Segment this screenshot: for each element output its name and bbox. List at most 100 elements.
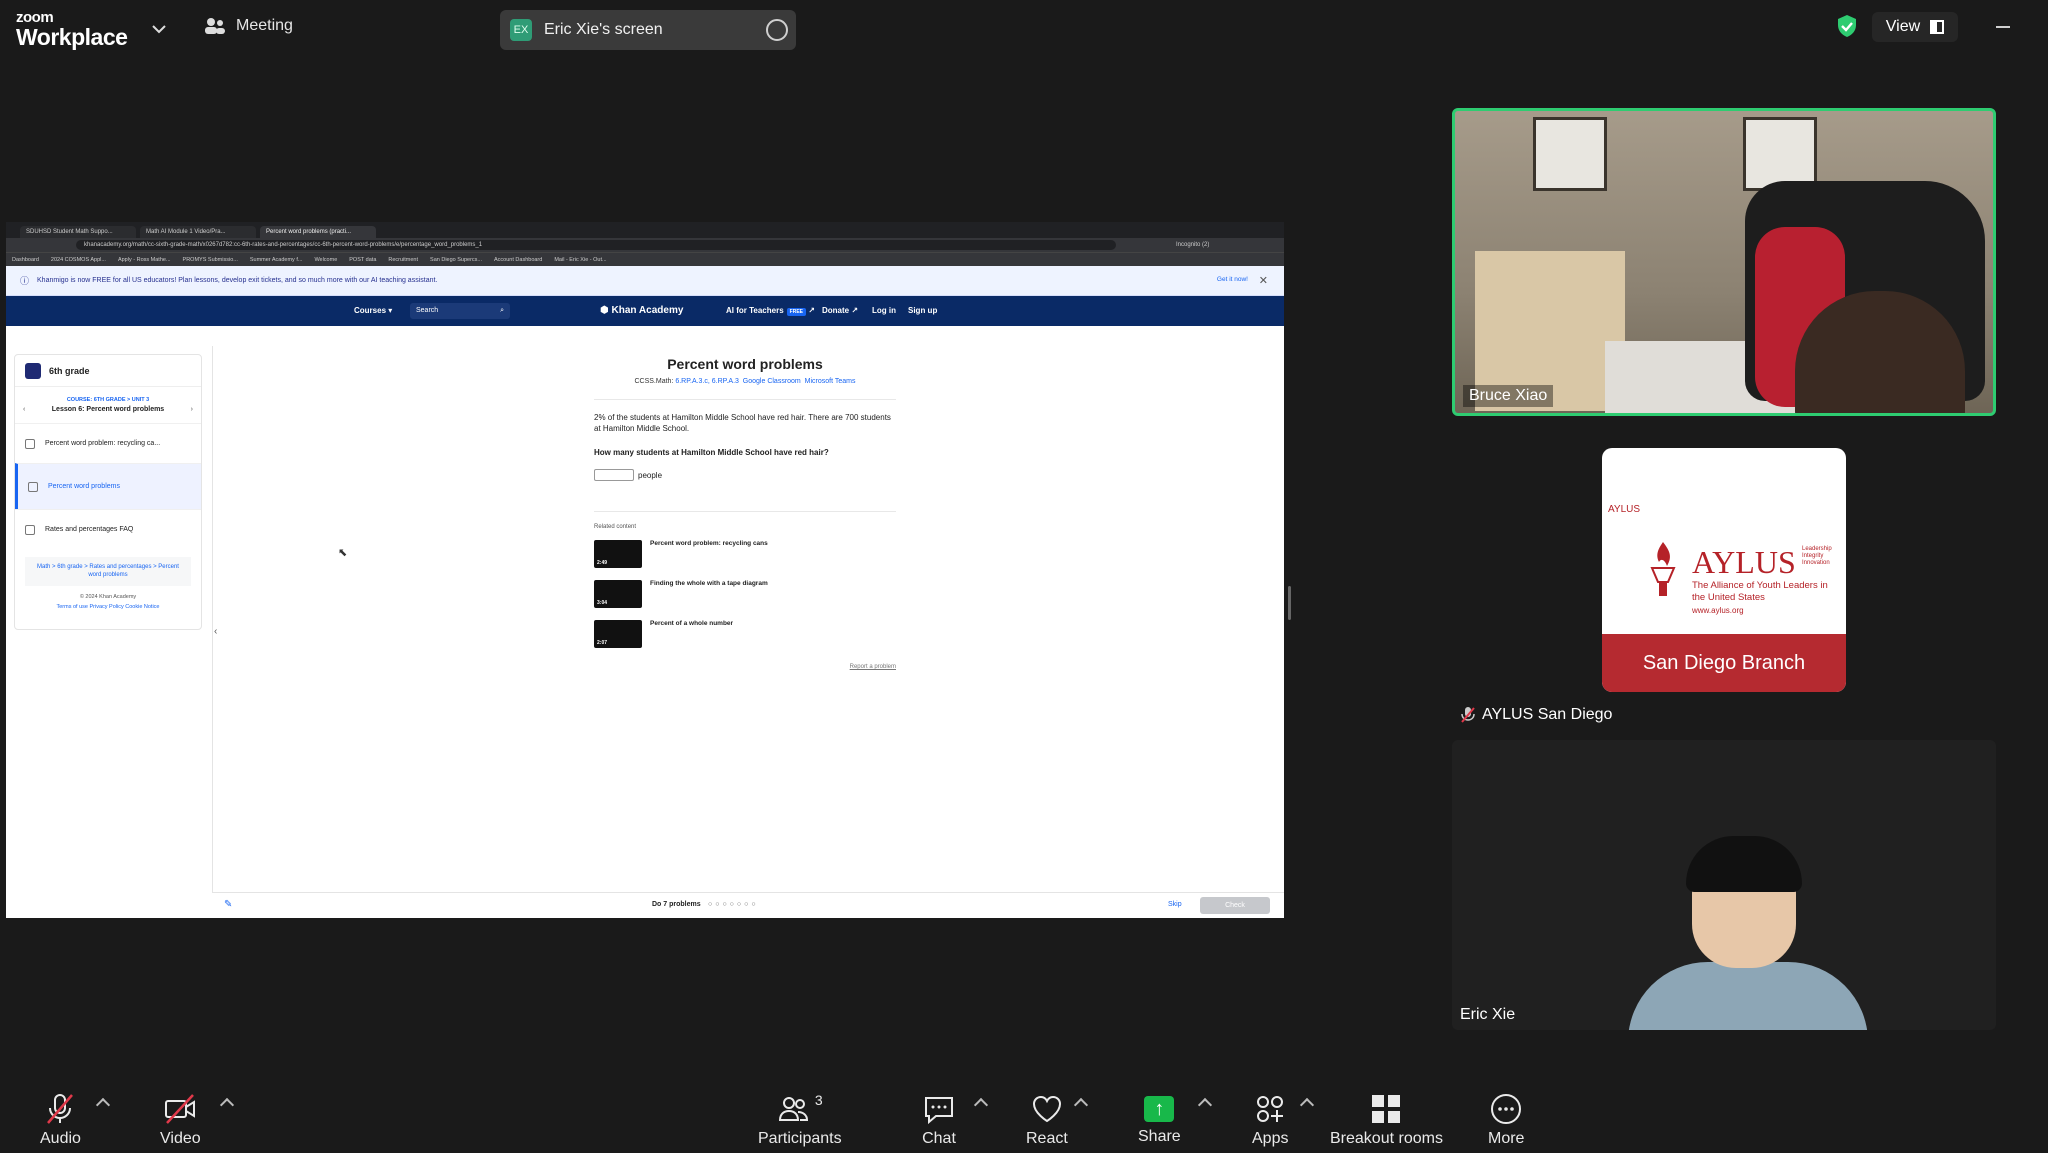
more-button[interactable]: More [1488, 1092, 1524, 1148]
related-item[interactable]: 2:49 Percent word problem: recycling cans [594, 540, 896, 570]
search-placeholder: Search [416, 307, 439, 314]
participants-icon [778, 1097, 808, 1121]
browser-tab-active[interactable]: Percent word problems (practi... [260, 226, 376, 238]
video-feed-window [1533, 117, 1607, 191]
breakout-rooms-button[interactable]: Breakout rooms [1330, 1092, 1443, 1148]
chevron-left-icon[interactable]: ‹ [214, 626, 217, 637]
signup-link[interactable]: Sign up [908, 306, 937, 315]
google-classroom-link[interactable]: Google Classroom [743, 378, 801, 385]
participants-button[interactable]: 3 Participants [758, 1092, 842, 1148]
check-button[interactable]: Check [1200, 897, 1270, 914]
do-problems-label: Do 7 problems [652, 901, 701, 908]
react-button[interactable]: React [1026, 1092, 1068, 1148]
courses-menu[interactable]: Courses ▾ [354, 306, 392, 315]
breakout-rooms-label: Breakout rooms [1330, 1130, 1443, 1147]
bookmark[interactable]: Dashboard [12, 257, 39, 263]
chat-icon [925, 1097, 953, 1125]
shield-check-icon[interactable] [1836, 14, 1858, 38]
sidebar-item-faq[interactable]: Rates and percentages FAQ [15, 509, 201, 549]
related-item[interactable]: 2:07 Percent of a whole number [594, 620, 896, 650]
view-button[interactable]: View [1872, 12, 1958, 42]
sidebar-item-exercise[interactable]: Percent word problems [15, 463, 201, 509]
donate-link[interactable]: Donate ↗ [822, 306, 858, 315]
breadcrumb[interactable]: Math > 6th grade > Rates and percentages… [25, 557, 191, 586]
login-link[interactable]: Log in [872, 306, 896, 315]
panel-divider [212, 346, 213, 918]
share-options-chevron-icon[interactable] [1197, 1097, 1213, 1113]
split-resize-handle[interactable] [1288, 586, 1291, 620]
bookmark[interactable]: Welcome [314, 257, 337, 263]
apps-label: Apps [1252, 1130, 1289, 1147]
bookmark[interactable]: Apply - Ross Mathe... [118, 257, 171, 263]
courses-label: Courses [354, 306, 387, 315]
sidebar-header[interactable]: 6th grade [15, 355, 201, 387]
report-problem-link[interactable]: Report a problem [594, 664, 896, 670]
banner-cta-link[interactable]: Get it now! [1217, 276, 1248, 283]
khan-academy-logo[interactable]: ⬢ Khan Academy [600, 305, 683, 316]
audio-button[interactable]: Audio [40, 1092, 81, 1148]
answer-input[interactable] [594, 469, 634, 482]
scratchpad-icon[interactable]: ✎ [224, 899, 232, 910]
participant-label: AYLUS San Diego [1460, 706, 1612, 724]
related-title: Percent of a whole number [650, 620, 734, 628]
chat-options-chevron-icon[interactable] [973, 1097, 989, 1113]
chevron-right-icon[interactable]: › [191, 406, 193, 413]
standards-link[interactable]: 6.RP.A.3.c, 6.RP.A.3 [675, 378, 739, 385]
bookmark[interactable]: Summer Academy f... [250, 257, 303, 263]
bookmark[interactable]: Mail - Eric Xie - Out... [554, 257, 606, 263]
meeting-menu[interactable]: Meeting [204, 17, 293, 35]
video-tile-eric[interactable]: Eric Xie [1452, 740, 1996, 1030]
video-options-chevron-icon[interactable] [219, 1097, 235, 1113]
apps-button[interactable]: Apps [1252, 1092, 1288, 1148]
video-tile-aylus[interactable]: AYLUS AYLUS Leadership Integrity Innovat… [1452, 430, 1996, 730]
browser-tab[interactable]: SDUHSD Student Math Suppo... [20, 226, 136, 238]
apps-options-chevron-icon[interactable] [1299, 1097, 1315, 1113]
audio-options-chevron-icon[interactable] [95, 1097, 111, 1113]
bookmark[interactable]: PROMYS Submissio... [183, 257, 238, 263]
bookmark[interactable]: Recruitment [388, 257, 418, 263]
video-feed-person [1628, 962, 1868, 1030]
sidebar-item-video[interactable]: Percent word problem: recycling ca... [15, 423, 201, 463]
share-button[interactable]: ↑ Share [1138, 1092, 1181, 1146]
duration: 2:07 [597, 640, 608, 647]
skip-button[interactable]: Skip [1168, 901, 1182, 908]
chat-button[interactable]: Chat [922, 1092, 956, 1148]
close-icon[interactable]: ✕ [1259, 274, 1268, 287]
legal-links[interactable]: Terms of use Privacy Policy Cookie Notic… [15, 604, 201, 610]
related-title: Finding the whole with a tape diagram [650, 580, 768, 588]
bookmark[interactable]: 2024 COSMOS Appl... [51, 257, 106, 263]
video-muted-icon [165, 1094, 196, 1124]
more-options-icon[interactable] [766, 19, 788, 41]
participant-name: Eric Xie [1460, 1006, 1516, 1023]
url-field[interactable]: khanacademy.org/math/cc-sixth-grade-math… [76, 240, 1116, 250]
chat-label: Chat [922, 1130, 956, 1147]
bookmark[interactable]: Account Dashboard [494, 257, 542, 263]
aylus-logo-card: AYLUS AYLUS Leadership Integrity Innovat… [1602, 448, 1846, 692]
bookmark[interactable]: POST data [349, 257, 376, 263]
microsoft-teams-link[interactable]: Microsoft Teams [805, 378, 856, 385]
browser-tabstrip: SDUHSD Student Math Suppo... Math AI Mod… [6, 222, 1284, 238]
search-input[interactable]: Search ⌕ [410, 303, 510, 319]
video-thumbnail: 2:07 [594, 620, 642, 649]
react-options-chevron-icon[interactable] [1073, 1097, 1089, 1113]
ai-for-teachers-link[interactable]: AI for Teachers FREE ↗ [726, 306, 815, 316]
exercise-title: Percent word problems [667, 356, 823, 372]
minimize-icon[interactable] [1996, 26, 2010, 28]
breakout-rooms-icon [1372, 1095, 1401, 1123]
standards-prefix: CCSS.Math: [634, 378, 674, 385]
more-label: More [1488, 1130, 1525, 1147]
shared-screen[interactable]: SDUHSD Student Math Suppo... Math AI Mod… [6, 222, 1284, 918]
related-item[interactable]: 3:04 Finding the whole with a tape diagra… [594, 580, 896, 610]
video-tile-bruce[interactable]: Bruce Xiao [1452, 108, 1996, 416]
chevron-down-icon[interactable] [150, 20, 168, 38]
unit-label[interactable]: COURSE: 6TH GRADE > UNIT 3 [15, 397, 201, 403]
chevron-left-icon[interactable]: ‹ [23, 406, 25, 413]
screen-share-indicator[interactable]: EX Eric Xie's screen [500, 10, 796, 50]
incognito-badge[interactable]: Incognito (2) [1176, 242, 1209, 248]
browser-tab[interactable]: Math AI Module 1 Video/Pra... [140, 226, 256, 238]
meeting-label: Meeting [236, 17, 293, 34]
bookmark[interactable]: San Diego Supercs... [430, 257, 482, 263]
problem-question: How many students at Hamilton Middle Sch… [594, 448, 829, 458]
video-button[interactable]: Video [160, 1092, 201, 1148]
lesson-label: Lesson 6: Percent word problems [51, 406, 165, 413]
